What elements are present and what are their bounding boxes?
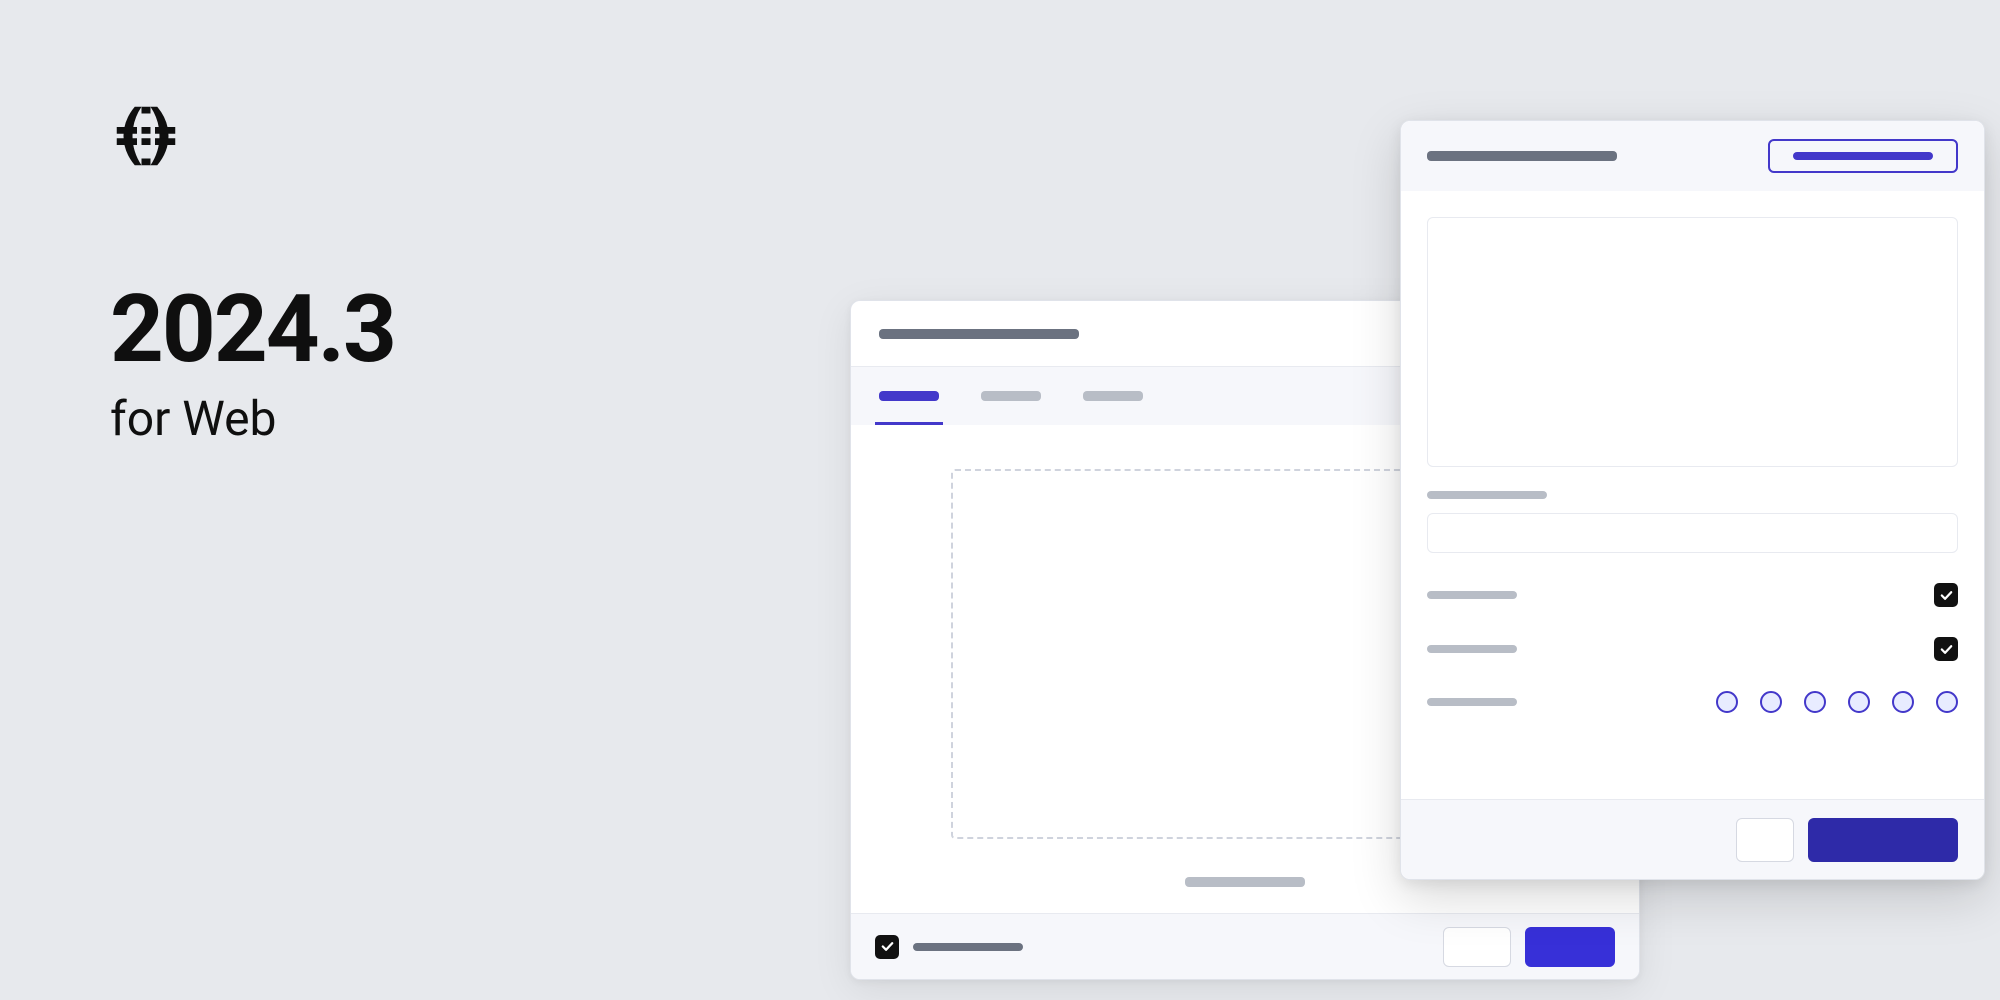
back-window-footer xyxy=(851,913,1639,979)
front-window-header xyxy=(1401,121,1984,191)
color-row xyxy=(1427,691,1958,713)
option-2-checkbox[interactable] xyxy=(1934,637,1958,661)
check-icon xyxy=(1939,588,1954,603)
tab-1[interactable] xyxy=(879,391,939,401)
option-2-label xyxy=(1427,645,1517,653)
dropzone[interactable] xyxy=(951,469,1421,839)
field-label-row xyxy=(1427,491,1958,499)
option-1-checkbox[interactable] xyxy=(1934,583,1958,607)
front-window-body xyxy=(1401,191,1984,799)
check-icon xyxy=(1939,642,1954,657)
tab-3[interactable] xyxy=(1083,391,1143,401)
check-icon xyxy=(880,939,895,954)
option-row-2 xyxy=(1427,637,1958,661)
front-confirm-button[interactable] xyxy=(1808,818,1958,862)
dropzone-caption xyxy=(1185,877,1305,887)
color-option-4[interactable] xyxy=(1848,691,1870,713)
preview-area xyxy=(1427,217,1958,467)
color-options xyxy=(1716,691,1958,713)
color-label xyxy=(1427,698,1517,706)
footer-checkbox-label xyxy=(913,943,1023,951)
color-option-6[interactable] xyxy=(1936,691,1958,713)
header-badge-label xyxy=(1793,152,1933,160)
front-window xyxy=(1400,120,1985,880)
version-subtitle: for Web xyxy=(110,390,395,447)
header-badge[interactable] xyxy=(1768,139,1958,173)
front-cancel-button[interactable] xyxy=(1736,818,1794,862)
tab-2[interactable] xyxy=(981,391,1041,401)
option-1-label xyxy=(1427,591,1517,599)
back-cancel-button[interactable] xyxy=(1443,927,1511,967)
version-title: 2024.3 xyxy=(110,282,395,376)
color-option-5[interactable] xyxy=(1892,691,1914,713)
option-row-1 xyxy=(1427,583,1958,607)
field-label xyxy=(1427,491,1547,499)
hero: 2024.3 for Web xyxy=(110,100,395,447)
back-confirm-button[interactable] xyxy=(1525,927,1615,967)
color-option-3[interactable] xyxy=(1804,691,1826,713)
footer-checkbox[interactable] xyxy=(875,935,899,959)
text-input[interactable] xyxy=(1427,513,1958,553)
back-window-title xyxy=(879,329,1079,339)
color-option-2[interactable] xyxy=(1760,691,1782,713)
globe-icon xyxy=(110,100,182,172)
front-window-footer xyxy=(1401,799,1984,879)
front-window-title xyxy=(1427,151,1617,161)
color-option-1[interactable] xyxy=(1716,691,1738,713)
